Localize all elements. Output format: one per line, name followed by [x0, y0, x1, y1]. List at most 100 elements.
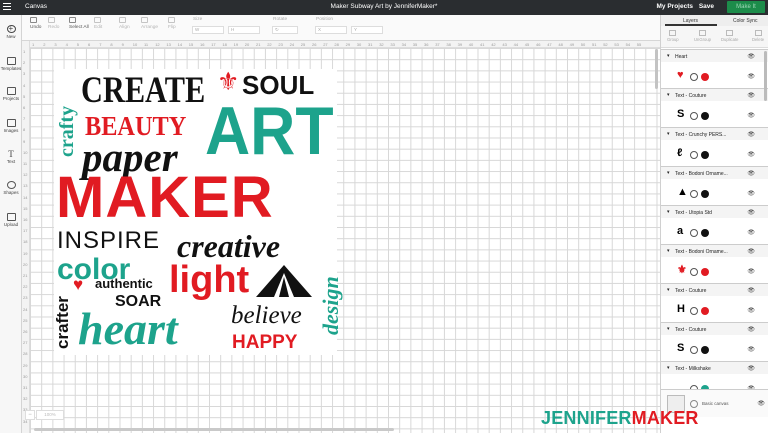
layer-header[interactable]: ▾ Text - Milkshake 👁: [661, 361, 768, 374]
word-crafter[interactable]: crafter: [53, 296, 72, 349]
layer-color-swatch[interactable]: [701, 190, 709, 198]
shapes-button[interactable]: Shapes: [0, 181, 22, 195]
eye-icon[interactable]: 👁: [747, 209, 755, 216]
height-field[interactable]: H: [228, 26, 260, 34]
cut-operation-icon[interactable]: [690, 151, 698, 159]
chevron-down-icon[interactable]: ▾: [667, 287, 670, 293]
layer-header[interactable]: ▾ Text - Utopia Std 👁: [661, 205, 768, 218]
layer-header[interactable]: ▾ Text - Bodoni Orname... 👁: [661, 166, 768, 179]
templates-button[interactable]: Templates: [0, 57, 22, 71]
word-heart[interactable]: heart: [78, 306, 178, 352]
text-button[interactable]: T Text: [0, 150, 22, 165]
tent-ornament-icon[interactable]: [256, 265, 312, 299]
layer-header[interactable]: ▾ Text - Couture 👁: [661, 283, 768, 296]
eye-icon[interactable]: 👁: [747, 229, 755, 236]
layer-color-swatch[interactable]: [701, 112, 709, 120]
layer-color-swatch[interactable]: [701, 307, 709, 315]
horizontal-scrollbar[interactable]: [34, 428, 394, 431]
fleur-ornament-icon[interactable]: ⚜: [217, 70, 239, 95]
chevron-down-icon[interactable]: ▾: [667, 131, 670, 137]
eye-icon[interactable]: 👁: [747, 112, 755, 119]
chevron-down-icon[interactable]: ▾: [667, 326, 670, 332]
eye-icon[interactable]: 👁: [747, 151, 755, 158]
cut-operation-icon[interactable]: [690, 229, 698, 237]
cut-operation-icon[interactable]: [690, 346, 698, 354]
eye-icon[interactable]: 👁: [747, 92, 755, 99]
eye-icon[interactable]: 👁: [747, 190, 755, 197]
word-believe[interactable]: believe: [231, 303, 302, 328]
y-position-field[interactable]: Y: [351, 26, 383, 34]
chevron-down-icon[interactable]: ▾: [667, 92, 670, 98]
cut-operation-icon[interactable]: [690, 307, 698, 315]
layer-item[interactable]: ♥ 👁: [661, 62, 768, 88]
delete-button[interactable]: Delete: [752, 30, 764, 42]
eye-icon[interactable]: 👁: [747, 326, 755, 333]
redo-button[interactable]: Redo: [48, 17, 59, 30]
images-button[interactable]: Images: [0, 119, 22, 133]
layer-color-swatch[interactable]: [701, 268, 709, 276]
eye-icon[interactable]: 👁: [747, 346, 755, 353]
cut-operation-icon[interactable]: [690, 268, 698, 276]
new-button[interactable]: New: [0, 24, 22, 39]
chevron-down-icon[interactable]: ▾: [667, 248, 670, 254]
layer-header[interactable]: ▾ Text - Couture 👁: [661, 88, 768, 101]
eye-icon[interactable]: 👁: [747, 131, 755, 138]
layers-scrollbar[interactable]: [764, 51, 767, 101]
eye-icon[interactable]: 👁: [747, 365, 755, 372]
cut-operation-icon[interactable]: [690, 112, 698, 120]
layer-header[interactable]: ▾ Heart 👁: [661, 49, 768, 62]
word-authentic[interactable]: authentic: [95, 277, 153, 290]
cut-operation-icon[interactable]: [690, 190, 698, 198]
x-position-field[interactable]: X: [315, 26, 347, 34]
tab-color-sync[interactable]: Color Sync: [733, 18, 757, 24]
upload-button[interactable]: Upload: [0, 213, 22, 227]
chevron-down-icon[interactable]: ▾: [667, 170, 670, 176]
eye-icon[interactable]: 👁: [747, 170, 755, 177]
eye-icon[interactable]: 👁: [757, 400, 765, 407]
word-art[interactable]: ART: [205, 97, 334, 165]
subway-art-design[interactable]: crafty CREATE ⚜ SOUL BEAUTY ART paper MA…: [53, 69, 343, 355]
arrange-menu[interactable]: Arrange: [141, 17, 158, 30]
layer-item[interactable]: S 👁: [661, 101, 768, 127]
layer-header[interactable]: ▾ Text - Couture 👁: [661, 322, 768, 335]
layer-color-swatch[interactable]: [701, 151, 709, 159]
my-projects-link[interactable]: My Projects: [657, 3, 694, 10]
layer-item[interactable]: ▲ 👁: [661, 179, 768, 205]
word-happy[interactable]: HAPPY: [232, 333, 297, 352]
layer-item[interactable]: S 👁: [661, 335, 768, 361]
save-button[interactable]: Save: [699, 3, 714, 10]
layer-item[interactable]: 👁: [661, 374, 768, 389]
chevron-down-icon[interactable]: ▾: [667, 209, 670, 215]
cut-operation-icon[interactable]: [690, 73, 698, 81]
flip-menu[interactable]: Flip: [168, 17, 176, 30]
eye-icon[interactable]: 👁: [747, 53, 755, 60]
layer-color-swatch[interactable]: [701, 346, 709, 354]
ungroup-button[interactable]: UnGroup: [694, 30, 711, 42]
word-maker[interactable]: MAKER: [56, 169, 274, 227]
layer-item[interactable]: a 👁: [661, 218, 768, 244]
select-all-button[interactable]: Select All: [69, 17, 89, 30]
chevron-down-icon[interactable]: ▾: [667, 53, 670, 59]
edit-menu[interactable]: Edit: [94, 17, 102, 30]
layer-header[interactable]: ▾ Text - Bodoni Orname... 👁: [661, 244, 768, 257]
eye-icon[interactable]: 👁: [747, 73, 755, 80]
word-inspire[interactable]: INSPIRE: [57, 229, 160, 253]
rotate-field[interactable]: ↻: [272, 26, 298, 34]
width-field[interactable]: W: [192, 26, 224, 34]
group-button[interactable]: Group: [667, 30, 679, 42]
layer-item[interactable]: ⚜ 👁: [661, 257, 768, 283]
eye-icon[interactable]: 👁: [747, 268, 755, 275]
design-canvas[interactable]: 1 2 3 4 5 6 7 8 9 10 11 12 13 14 15 16 17 18 19 20 21 22 23 24 2…: [22, 41, 660, 433]
heart-shape-icon[interactable]: ♥: [73, 276, 83, 293]
word-design[interactable]: design: [318, 276, 343, 335]
layer-header[interactable]: ▾ Text - Crunchy PERS... 👁: [661, 127, 768, 140]
eye-icon[interactable]: 👁: [747, 248, 755, 255]
vertical-scrollbar[interactable]: [655, 49, 658, 89]
eye-icon[interactable]: 👁: [747, 307, 755, 314]
align-menu[interactable]: Align: [119, 17, 130, 30]
word-create[interactable]: CREATE: [81, 72, 205, 109]
word-crafty[interactable]: crafty: [56, 106, 78, 157]
chevron-down-icon[interactable]: ▾: [667, 365, 670, 371]
layer-item[interactable]: ℓ 👁: [661, 140, 768, 166]
word-light[interactable]: light: [169, 261, 249, 299]
